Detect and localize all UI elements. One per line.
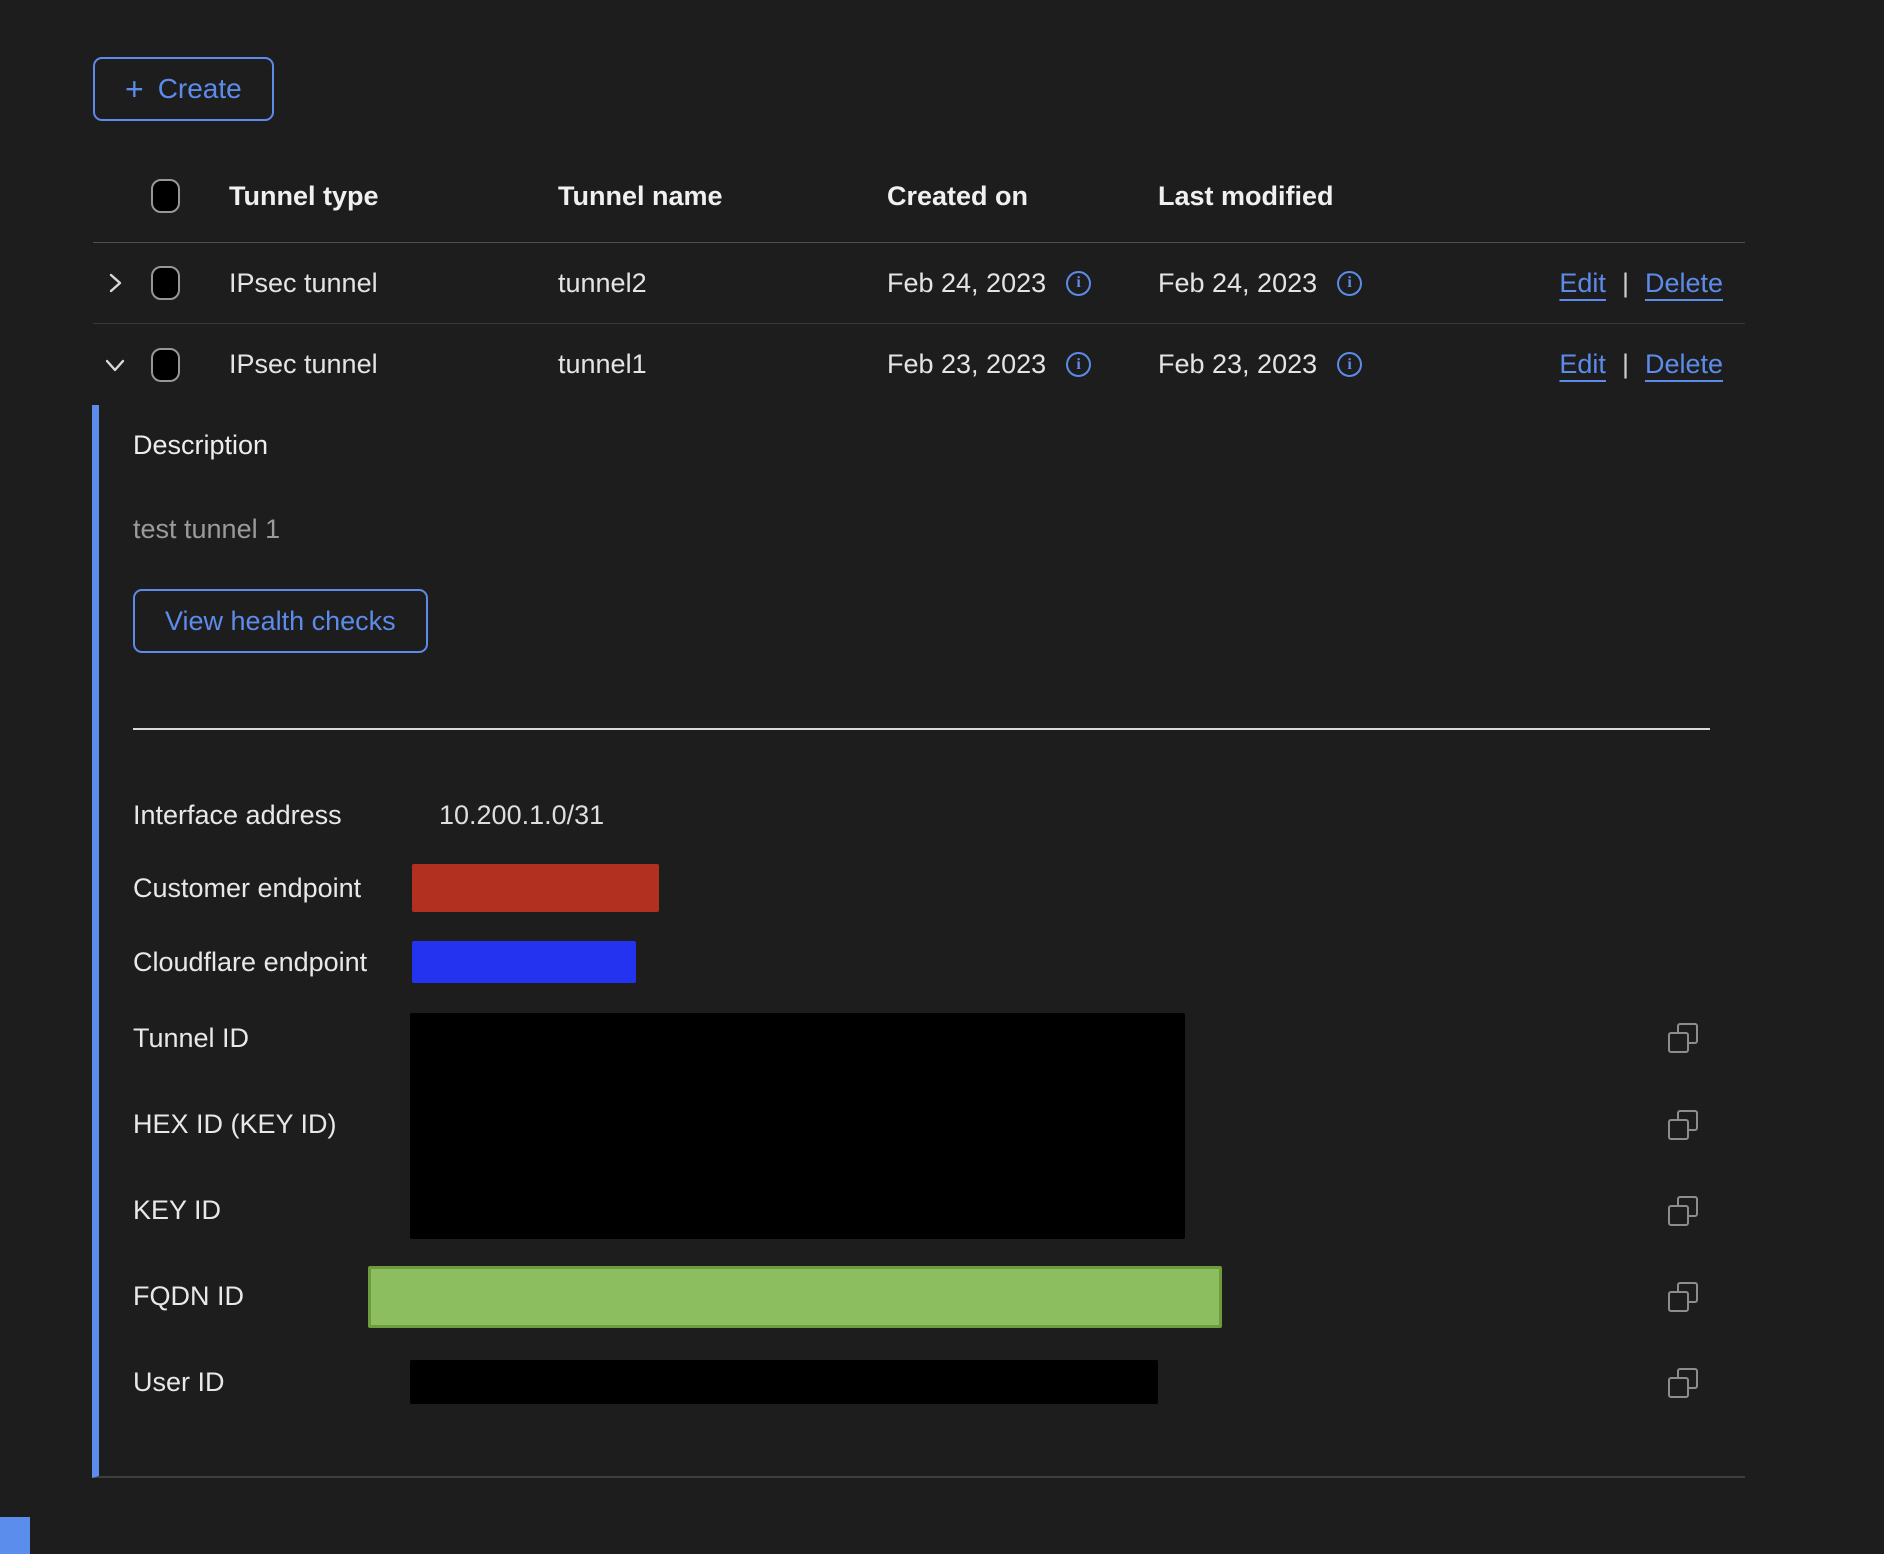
edit-link[interactable]: Edit: [1559, 349, 1606, 380]
table-row: IPsec tunnel tunnel1 Feb 23, 2023 i Feb …: [93, 324, 1745, 405]
header-tunnel-type: Tunnel type: [205, 181, 535, 212]
customer-endpoint-redaction: [412, 864, 659, 912]
chevron-down-icon: [103, 353, 127, 377]
tunnel-id-label: Tunnel ID: [133, 1022, 249, 1054]
panel-divider: [133, 728, 1710, 730]
row-checkbox[interactable]: [151, 348, 180, 382]
info-icon[interactable]: i: [1337, 352, 1362, 377]
action-separator: |: [1622, 268, 1629, 299]
tunnels-table: Tunnel type Tunnel name Created on Last …: [93, 150, 1745, 405]
copy-icon-front: [1668, 1205, 1689, 1226]
edit-link[interactable]: Edit: [1559, 268, 1606, 299]
info-icon[interactable]: i: [1066, 271, 1091, 296]
description-label: Description: [133, 429, 268, 461]
copy-icon[interactable]: [1668, 1110, 1698, 1140]
delete-link[interactable]: Delete: [1645, 349, 1723, 380]
fqdn-id-redaction: [368, 1266, 1222, 1328]
view-health-checks-button[interactable]: View health checks: [133, 589, 428, 653]
copy-icon[interactable]: [1668, 1196, 1698, 1226]
fqdn-id-label: FQDN ID: [133, 1280, 244, 1312]
last-modified-cell: Feb 23, 2023: [1158, 349, 1317, 380]
copy-icon-front: [1668, 1119, 1689, 1140]
user-id-label: User ID: [133, 1366, 225, 1398]
row-checkbox[interactable]: [151, 266, 180, 300]
tunnel-detail-panel: Description test tunnel 1 View health ch…: [92, 405, 1745, 1478]
copy-icon[interactable]: [1668, 1023, 1698, 1053]
created-on-cell: Feb 24, 2023: [887, 268, 1046, 299]
copy-icon[interactable]: [1668, 1368, 1698, 1398]
select-all-checkbox[interactable]: [151, 179, 180, 213]
ids-redaction: [410, 1013, 1185, 1239]
cloudflare-endpoint-redaction: [412, 941, 636, 983]
tunnel-type-cell: IPsec tunnel: [205, 349, 535, 380]
tunnel-name-cell: tunnel1: [535, 349, 865, 380]
created-on-cell: Feb 23, 2023: [887, 349, 1046, 380]
header-last-modified: Last modified: [1135, 181, 1465, 212]
delete-link[interactable]: Delete: [1645, 268, 1723, 299]
bottom-left-accent: [0, 1517, 30, 1554]
copy-icon-front: [1668, 1377, 1689, 1398]
create-button-label: Create: [158, 73, 242, 105]
copy-icon-front: [1668, 1291, 1689, 1312]
interface-address-label: Interface address: [133, 799, 342, 831]
copy-icon[interactable]: [1668, 1282, 1698, 1312]
table-row: IPsec tunnel tunnel2 Feb 24, 2023 i Feb …: [93, 243, 1745, 324]
tunnel-type-cell: IPsec tunnel: [205, 268, 535, 299]
info-icon[interactable]: i: [1066, 352, 1091, 377]
interface-address-value: 10.200.1.0/31: [439, 799, 604, 831]
info-icon[interactable]: i: [1337, 271, 1362, 296]
tunnel-name-cell: tunnel2: [535, 268, 865, 299]
key-id-label: KEY ID: [133, 1194, 221, 1226]
user-id-redaction: [410, 1360, 1158, 1404]
last-modified-cell: Feb 24, 2023: [1158, 268, 1317, 299]
copy-icon-front: [1668, 1032, 1689, 1053]
description-value: test tunnel 1: [133, 513, 280, 545]
action-separator: |: [1622, 349, 1629, 380]
header-created-on: Created on: [865, 181, 1135, 212]
header-tunnel-name: Tunnel name: [535, 181, 865, 212]
create-button[interactable]: + Create: [93, 57, 274, 121]
plus-icon: +: [125, 73, 144, 105]
collapse-row-button[interactable]: [93, 353, 139, 377]
hex-id-label: HEX ID (KEY ID): [133, 1108, 337, 1140]
cloudflare-endpoint-label: Cloudflare endpoint: [133, 946, 367, 978]
expand-row-button[interactable]: [93, 271, 139, 295]
chevron-right-icon: [103, 271, 127, 295]
customer-endpoint-label: Customer endpoint: [133, 872, 361, 904]
table-header-row: Tunnel type Tunnel name Created on Last …: [93, 150, 1745, 243]
